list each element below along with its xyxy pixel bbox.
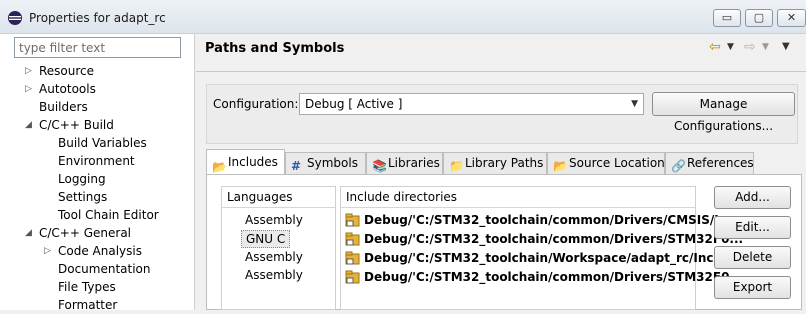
tab-label: Libraries [388,156,440,170]
include-path: Debug/'C:/STM32_toolchain/Workspace/adap… [364,251,718,265]
expand-code-analysis-icon[interactable]: ▷ [44,242,51,260]
forward-arrow-icon[interactable]: ⇨ [744,39,756,55]
tab-library-paths[interactable]: 📁 Library Paths [443,152,547,174]
include-directories-list[interactable]: Include directories Debug/'C:/STM32_tool… [340,186,743,310]
tree-item-settings[interactable]: Settings [58,188,107,206]
forward-dropdown-icon[interactable]: ▼ [762,42,769,52]
tree-item-cpp-general[interactable]: C/C++ General [39,224,131,242]
tab-label: Library Paths [465,156,544,170]
sidebar: ▷ Resource ▷ Autotools Builders ◢ C/C++ … [0,34,195,312]
title-bar: Properties for adapt_rc ▭ ▢ ✕ [0,0,806,34]
tree-item-documentation[interactable]: Documentation [58,260,151,278]
references-icon: 🔗 [671,159,686,173]
page-title: Paths and Symbols [205,41,345,56]
collapse-general-icon[interactable]: ◢ [25,224,32,242]
tab-label: Source Location [569,156,665,170]
languages-list[interactable]: Languages Assembly GNU C Assembly Assemb… [221,186,336,310]
include-path: Debug/'C:/STM32_toolchain/common/Drivers… [364,270,744,284]
back-dropdown-icon[interactable]: ▼ [727,42,734,52]
add-button[interactable]: Add... [714,186,791,209]
tree-item-file-types[interactable]: File Types [58,278,116,296]
chevron-down-icon: ▼ [631,99,638,109]
tab-label: References [687,156,754,170]
list-item[interactable]: Assembly [245,266,303,284]
include-path: Debug/'C:/STM32_toolchain/common/Drivers… [364,232,744,246]
minimize-button[interactable]: ▭ [713,9,741,27]
tree-item-formatter[interactable]: Formatter [58,296,117,314]
list-item-selected[interactable]: GNU C [241,230,291,248]
back-arrow-icon[interactable]: ⇦ [709,39,721,55]
tab-source-location[interactable]: 📂 Source Location [547,152,665,174]
properties-window: Properties for adapt_rc ▭ ▢ ✕ ▷ Resource… [0,0,806,312]
tree-item-environment[interactable]: Environment [58,152,135,170]
hash-icon: # [291,159,302,173]
include-path: Debug/'C:/STM32_toolchain/common/Drivers… [364,213,733,227]
include-folder-icon [345,270,360,284]
languages-header: Languages [222,187,335,208]
tree-item-resource[interactable]: Resource [39,62,94,80]
includes-icon: 📂 [212,160,227,174]
list-item[interactable]: Assembly [245,248,303,266]
list-item[interactable]: Assembly [245,211,303,229]
manage-configurations-button[interactable]: Manage Configurations... [652,92,795,133]
window-title: Properties for adapt_rc [29,11,166,25]
tree-item-build-variables[interactable]: Build Variables [58,134,147,152]
close-button[interactable]: ✕ [777,9,806,27]
tree-item-logging[interactable]: Logging [58,170,106,188]
header-separator [196,71,806,72]
tab-symbols[interactable]: # Symbols [285,152,366,174]
tree-item-code-analysis[interactable]: Code Analysis [58,242,142,260]
tab-libraries[interactable]: 📚 Libraries [366,152,443,174]
expand-resource-icon[interactable]: ▷ [25,62,32,80]
maximize-button[interactable]: ▢ [745,9,773,27]
source-location-icon: 📂 [553,159,568,173]
include-folder-icon [345,213,360,227]
tab-references[interactable]: 🔗 References [665,152,754,174]
tab-label: Includes [228,155,278,169]
edit-button[interactable]: Edit... [714,216,791,239]
libraries-icon: 📚 [372,159,387,173]
tree-item-tool-chain-editor[interactable]: Tool Chain Editor [58,206,159,224]
tab-label: Symbols [307,156,358,170]
delete-button[interactable]: Delete [714,246,791,269]
tree-item-cpp-build[interactable]: C/C++ Build [39,116,114,134]
tab-includes[interactable]: 📂 Includes [206,149,285,174]
expand-autotools-icon[interactable]: ▷ [25,80,32,98]
library-paths-icon: 📁 [449,159,464,173]
include-directories-header: Include directories [341,187,695,208]
include-folder-icon [345,251,360,265]
eclipse-icon [8,11,22,25]
main-panel: Paths and Symbols ⇦ ▼ ⇨ ▼ ▼ Configuratio… [196,34,806,310]
configuration-select[interactable]: Debug [ Active ] ▼ [299,93,644,115]
view-menu-icon[interactable]: ▼ [782,41,790,52]
export-button[interactable]: Export [714,276,791,299]
filter-input[interactable] [14,37,181,58]
configuration-value: Debug [ Active ] [305,97,403,111]
collapse-build-icon[interactable]: ◢ [25,116,32,134]
tree-item-builders[interactable]: Builders [39,98,88,116]
tree-item-autotools[interactable]: Autotools [39,80,96,98]
configuration-label: Configuration: [213,97,299,111]
include-folder-icon [345,232,360,246]
